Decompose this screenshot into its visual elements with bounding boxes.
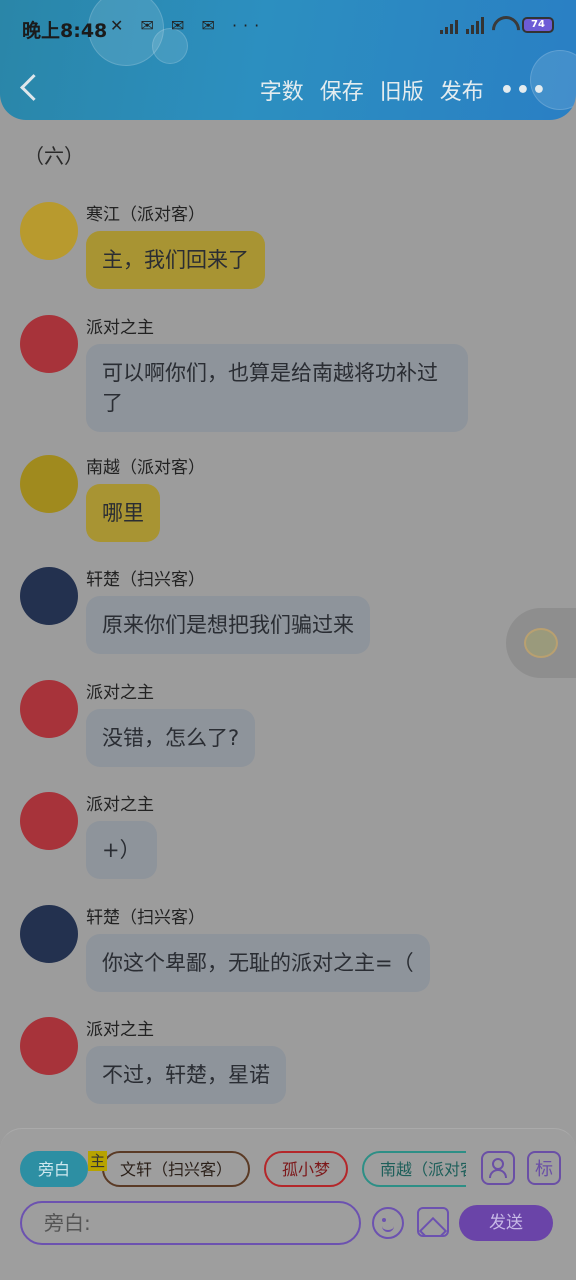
- role-chip-narration[interactable]: 旁白: [20, 1151, 89, 1187]
- nav-actions: 字数 保存 旧版 发布 •••: [260, 74, 548, 106]
- notification-icons: ✕ ✉ ✉ ✉ ···: [110, 16, 266, 35]
- composer-panel: 旁白 文轩（扫兴客） 孤小梦 南越（派对客） 主 标 旁白: 发送: [0, 1128, 576, 1280]
- message-bubble[interactable]: 不过，轩楚，星诺: [86, 1046, 286, 1104]
- avatar[interactable]: [20, 905, 78, 963]
- sender-name: 轩楚（扫兴客）: [86, 908, 205, 928]
- message-bubble[interactable]: +）: [86, 821, 157, 879]
- sender-name: 派对之主: [86, 683, 154, 703]
- zhu-badge: 主: [88, 1151, 108, 1171]
- message-bubble[interactable]: 主，我们回来了: [86, 231, 265, 289]
- message-bubble[interactable]: 没错，怎么了?: [86, 709, 256, 767]
- avatar[interactable]: [20, 315, 78, 373]
- role-chip-nanyue[interactable]: 南越（派对客）: [362, 1151, 466, 1187]
- chapter-title: （六）: [24, 144, 84, 168]
- send-button[interactable]: 发送: [459, 1205, 553, 1241]
- role-chip-bar[interactable]: 旁白 文轩（扫兴客） 孤小梦 南越（派对客）: [20, 1151, 466, 1187]
- emoji-icon[interactable]: [372, 1207, 404, 1239]
- avatar[interactable]: [20, 455, 78, 513]
- message-bubble[interactable]: 哪里: [86, 484, 160, 542]
- publish-button[interactable]: 发布: [440, 74, 484, 106]
- role-chip-wenxuan[interactable]: 文轩（扫兴客）: [102, 1151, 251, 1187]
- sender-name: 轩楚（扫兴客）: [86, 570, 205, 590]
- message-bubble[interactable]: 你这个卑鄙，无耻的派对之主=（: [86, 934, 430, 992]
- message-input[interactable]: 旁白:: [20, 1201, 361, 1245]
- avatar[interactable]: [20, 202, 78, 260]
- more-icon[interactable]: •••: [500, 78, 548, 103]
- word-count-button[interactable]: 字数: [260, 74, 304, 106]
- avatar[interactable]: [20, 1017, 78, 1075]
- battery-icon: 74: [522, 17, 554, 33]
- avatar[interactable]: [20, 792, 78, 850]
- sender-name: 南越（派对客）: [86, 458, 205, 478]
- old-version-button[interactable]: 旧版: [380, 74, 424, 106]
- sender-name: 派对之主: [86, 795, 154, 815]
- role-chip-guxiaomeng[interactable]: 孤小梦: [264, 1151, 349, 1187]
- floating-assistant-button[interactable]: [506, 608, 576, 678]
- save-button[interactable]: 保存: [320, 74, 364, 106]
- wifi-icon: [492, 16, 514, 34]
- signal-icon: [440, 16, 458, 34]
- status-bar: 晚上8:48 ✕ ✉ ✉ ✉ ··· 74: [0, 0, 576, 56]
- message-bubble[interactable]: 原来你们是想把我们骗过来: [86, 596, 370, 654]
- sender-name: 寒江（派对客）: [86, 205, 205, 225]
- avatar[interactable]: [20, 680, 78, 738]
- signal-hd-icon: [466, 16, 484, 34]
- back-button[interactable]: [18, 72, 42, 106]
- status-right-icons: 74: [440, 16, 554, 34]
- avatar[interactable]: [20, 567, 78, 625]
- mascot-icon: [524, 628, 558, 658]
- status-time: 晚上8:48: [22, 20, 108, 42]
- sender-name: 派对之主: [86, 1020, 154, 1040]
- person-icon[interactable]: [481, 1151, 515, 1185]
- header-bar: 晚上8:48 ✕ ✉ ✉ ✉ ··· 74 字数 保存 旧版 发布 •••: [0, 0, 576, 120]
- image-icon[interactable]: [417, 1207, 449, 1237]
- tag-button[interactable]: 标: [527, 1151, 561, 1185]
- sender-name: 派对之主: [86, 318, 154, 338]
- message-bubble[interactable]: 可以啊你们，也算是给南越将功补过了: [86, 344, 468, 432]
